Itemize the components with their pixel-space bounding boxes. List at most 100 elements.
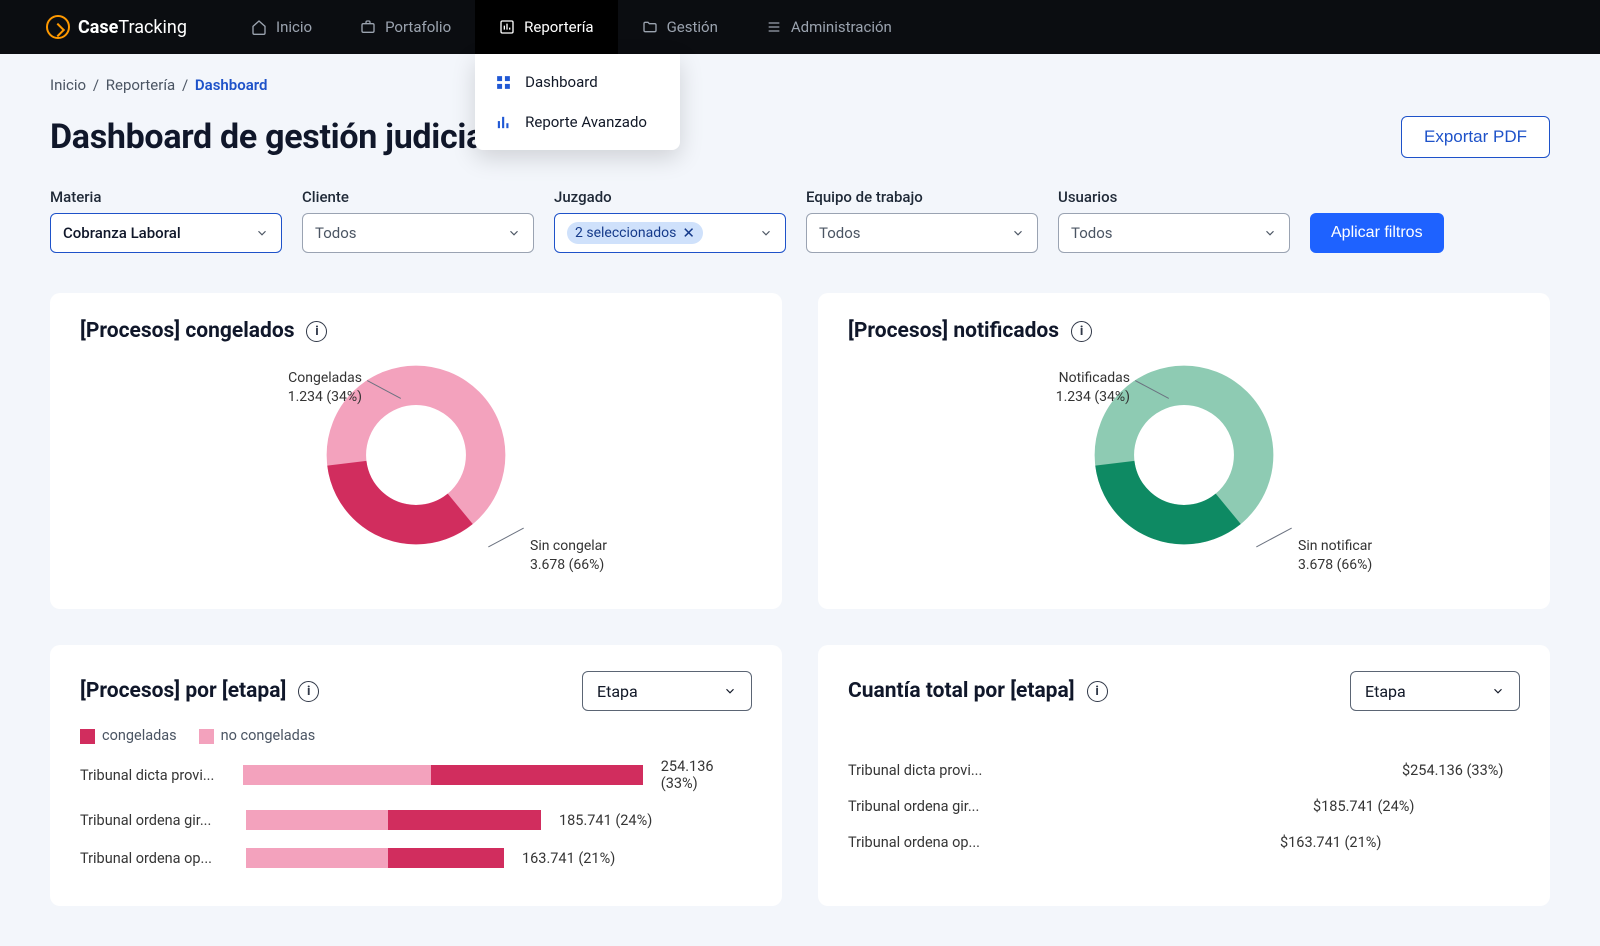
usuarios-select[interactable]: Todos bbox=[1058, 213, 1290, 253]
donut-label-b: Sin notificar3.678 (66%) bbox=[1298, 537, 1372, 575]
bar-label: Tribunal ordena gir... bbox=[80, 812, 228, 829]
select-value: Todos bbox=[819, 224, 861, 242]
legend-item: congeladas bbox=[80, 727, 177, 744]
bar-value: $254.136 (33%) bbox=[1402, 762, 1503, 779]
card-notificados: [Procesos] notificados i Notificadas1.23… bbox=[818, 293, 1550, 609]
donut-congelados: Congeladas1.234 (34%) Sin congelar3.678 … bbox=[80, 359, 752, 589]
export-pdf-button[interactable]: Exportar PDF bbox=[1401, 116, 1550, 158]
nav-portafolio[interactable]: Portafolio bbox=[336, 0, 475, 54]
bar bbox=[246, 848, 504, 868]
filter-label: Cliente bbox=[302, 188, 534, 206]
nav-label: Inicio bbox=[276, 18, 312, 36]
info-icon[interactable]: i bbox=[306, 321, 327, 342]
donut-label-a: Notificadas1.234 (34%) bbox=[1056, 369, 1130, 407]
selection-chip: 2 seleccionados ✕ bbox=[567, 222, 703, 244]
card-title: [Procesos] notificados bbox=[848, 319, 1059, 343]
bar-label: Tribunal dicta provi... bbox=[80, 767, 225, 784]
breadcrumb-sep: / bbox=[93, 76, 99, 94]
legend-swatch bbox=[80, 729, 95, 744]
legend: congeladas no congeladas bbox=[80, 727, 752, 744]
chevron-down-icon bbox=[723, 684, 737, 698]
bar-value: 185.741 (24%) bbox=[559, 812, 652, 829]
top-navbar: CaseTracking Inicio Portafolio Reporterí… bbox=[0, 0, 1600, 54]
bar-label: Tribunal ordena op... bbox=[80, 850, 228, 867]
juzgado-select[interactable]: 2 seleccionados ✕ bbox=[554, 213, 786, 253]
bar-label: Tribunal ordena op... bbox=[848, 834, 996, 851]
bar bbox=[246, 810, 541, 830]
bar-row: Tribunal ordena gir... 185.741 (24%) bbox=[80, 810, 752, 830]
bar-label: Tribunal ordena gir... bbox=[848, 798, 996, 815]
filter-label: Materia bbox=[50, 188, 282, 206]
home-icon bbox=[251, 19, 267, 35]
chevron-down-icon bbox=[759, 226, 773, 240]
filter-label: Juzgado bbox=[554, 188, 786, 206]
nav-reporteria[interactable]: Reportería Dashboard Reporte Avanzado bbox=[475, 0, 617, 54]
select-value: Cobranza Laboral bbox=[63, 224, 181, 242]
etapa-select[interactable]: Etapa bbox=[582, 671, 752, 711]
bar-value: 254.136 (33%) bbox=[661, 758, 752, 792]
card-title: [Procesos] congelados bbox=[80, 319, 294, 343]
chevron-down-icon bbox=[1011, 226, 1025, 240]
grid-icon bbox=[495, 74, 512, 91]
filter-label: Usuarios bbox=[1058, 188, 1290, 206]
donut-label-b: Sin congelar3.678 (66%) bbox=[530, 537, 607, 575]
card-title: Cuantía total por [etapa] bbox=[848, 679, 1075, 703]
chip-clear-icon[interactable]: ✕ bbox=[682, 226, 695, 241]
breadcrumb-sep: / bbox=[182, 76, 188, 94]
folder-icon bbox=[642, 19, 658, 35]
title-row: Dashboard de gestión judicial Exportar P… bbox=[50, 116, 1550, 158]
equipo-select[interactable]: Todos bbox=[806, 213, 1038, 253]
breadcrumb-inicio[interactable]: Inicio bbox=[50, 76, 86, 94]
cuantia-etapa-select[interactable]: Etapa bbox=[1350, 671, 1520, 711]
logo-icon bbox=[46, 15, 70, 39]
brand-text: CaseTracking bbox=[78, 17, 187, 38]
reporteria-dropdown: Dashboard Reporte Avanzado bbox=[475, 54, 680, 150]
bar bbox=[1014, 797, 1295, 815]
card-procesos-etapa: [Procesos] por [etapa] i Etapa congelada… bbox=[50, 645, 782, 906]
select-value: Etapa bbox=[597, 682, 638, 701]
dropdown-label: Dashboard bbox=[525, 73, 598, 91]
filter-juzgado: Juzgado 2 seleccionados ✕ bbox=[554, 188, 786, 253]
dropdown-dashboard[interactable]: Dashboard bbox=[475, 62, 680, 102]
bar-value: 163.741 (21%) bbox=[522, 850, 615, 867]
filter-label: Equipo de trabajo bbox=[806, 188, 1038, 206]
nav-label: Gestión bbox=[667, 18, 718, 36]
breadcrumb-current: Dashboard bbox=[195, 76, 268, 94]
card-congelados: [Procesos] congelados i Congeladas1.234 … bbox=[50, 293, 782, 609]
nav-label: Administración bbox=[791, 18, 892, 36]
bar-row: Tribunal dicta provi... 254.136 (33%) bbox=[80, 758, 752, 792]
briefcase-icon bbox=[360, 19, 376, 35]
filter-cliente: Cliente Todos bbox=[302, 188, 534, 253]
materia-select[interactable]: Cobranza Laboral bbox=[50, 213, 282, 253]
info-icon[interactable]: i bbox=[1071, 321, 1092, 342]
page-title: Dashboard de gestión judicial bbox=[50, 117, 493, 157]
page-content: Inicio / Reportería / Dashboard Dashboar… bbox=[0, 54, 1600, 946]
filter-materia: Materia Cobranza Laboral bbox=[50, 188, 282, 253]
nav-gestion[interactable]: Gestión bbox=[618, 0, 742, 54]
legend-item: no congeladas bbox=[199, 727, 316, 744]
filter-equipo: Equipo de trabajo Todos bbox=[806, 188, 1038, 253]
select-value: Todos bbox=[315, 224, 357, 242]
bar bbox=[1014, 761, 1384, 779]
donut-notificados: Notificadas1.234 (34%) Sin notificar3.67… bbox=[848, 359, 1520, 589]
bar-row: Tribunal ordena op... $163.741 (21%) bbox=[848, 833, 1520, 851]
select-value: Etapa bbox=[1365, 682, 1406, 701]
info-icon[interactable]: i bbox=[1087, 681, 1108, 702]
dropdown-reporte-avanzado[interactable]: Reporte Avanzado bbox=[475, 102, 680, 142]
filter-usuarios: Usuarios Todos bbox=[1058, 188, 1290, 253]
bar-value: $185.741 (24%) bbox=[1313, 798, 1414, 815]
info-icon[interactable]: i bbox=[298, 681, 319, 702]
bar-row: Tribunal ordena op... 163.741 (21%) bbox=[80, 848, 752, 868]
apply-filters-button[interactable]: Aplicar filtros bbox=[1310, 213, 1444, 253]
nav-inicio[interactable]: Inicio bbox=[227, 0, 336, 54]
select-value: Todos bbox=[1071, 224, 1113, 242]
nav-administracion[interactable]: Administración bbox=[742, 0, 916, 54]
cliente-select[interactable]: Todos bbox=[302, 213, 534, 253]
brand-logo[interactable]: CaseTracking bbox=[46, 15, 187, 39]
chevron-down-icon bbox=[1263, 226, 1277, 240]
chart-icon bbox=[499, 19, 515, 35]
bar bbox=[1014, 833, 1262, 851]
bar bbox=[243, 765, 643, 785]
breadcrumb-reporteria[interactable]: Reportería bbox=[106, 76, 175, 94]
donut-label-a: Congeladas1.234 (34%) bbox=[288, 369, 362, 407]
